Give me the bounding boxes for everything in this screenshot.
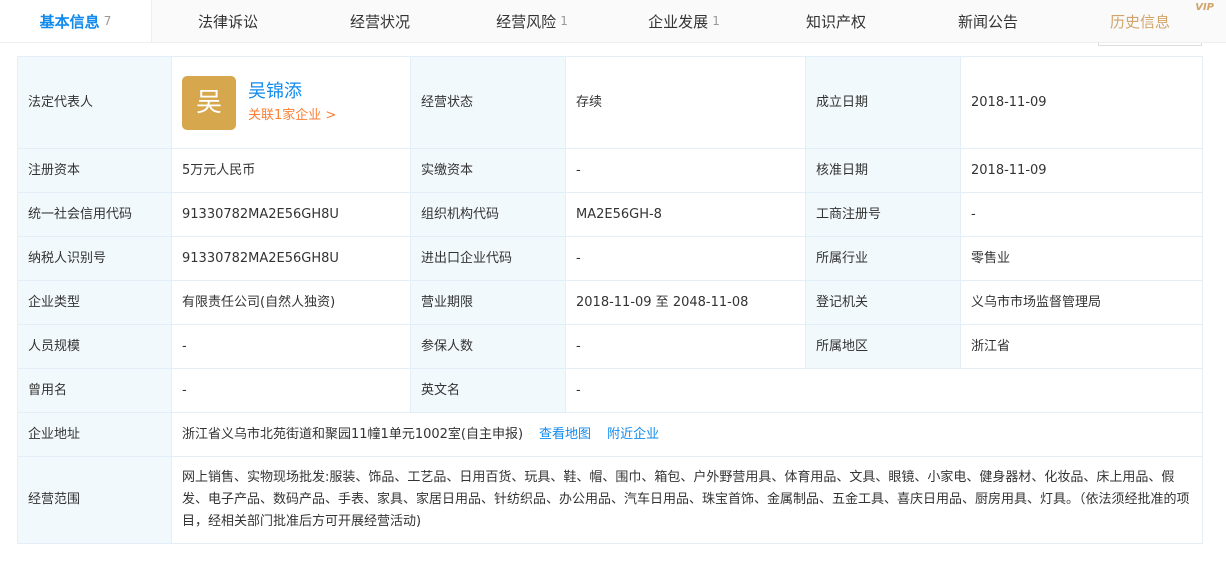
field-label: 组织机构代码 <box>410 192 566 237</box>
tab-news[interactable]: 新闻公告 <box>912 0 1064 42</box>
field-value: - <box>171 368 411 413</box>
field-label: 曾用名 <box>17 368 172 413</box>
field-value: - <box>565 148 806 193</box>
tab-count: 7 <box>103 14 112 28</box>
nearby-companies-link[interactable]: 附近企业 <box>607 427 659 442</box>
table-row: 经营范围 网上销售、实物现场批发:服装、饰品、工艺品、日用百货、玩具、鞋、帽、围… <box>17 456 1203 544</box>
field-label: 成立日期 <box>805 56 961 149</box>
field-value: 义乌市市场监督管理局 <box>960 280 1203 325</box>
field-value: 有限责任公司(自然人独资) <box>171 280 411 325</box>
field-label: 工商注册号 <box>805 192 961 237</box>
legal-rep-cell: 吴 吴锦添 关联1家企业 > <box>171 56 411 149</box>
tab-label: 经营风险 <box>496 12 557 31</box>
tab-count: 1 <box>712 14 720 28</box>
tab-label: 新闻公告 <box>957 12 1018 31</box>
field-label: 所属地区 <box>805 324 961 369</box>
field-value: 2018-11-09 <box>960 56 1203 149</box>
field-value: 91330782MA2E56GH8U <box>171 192 411 237</box>
vip-badge: VIP <box>1195 2 1214 13</box>
tab-litigation[interactable]: 法律诉讼 <box>152 0 304 42</box>
field-label: 法定代表人 <box>17 56 172 149</box>
field-label: 进出口企业代码 <box>410 236 566 281</box>
avatar: 吴 <box>182 75 236 130</box>
dropdown-edge <box>1098 43 1202 46</box>
field-value: 零售业 <box>960 236 1203 281</box>
business-scope-value: 网上销售、实物现场批发:服装、饰品、工艺品、日用百货、玩具、鞋、帽、围巾、箱包、… <box>171 456 1203 544</box>
field-label: 企业地址 <box>17 412 172 457</box>
table-row: 法定代表人 吴 吴锦添 关联1家企业 > 经营状态 存续 成立日期 2018-1… <box>17 56 1203 149</box>
field-value: 2018-11-09 <box>960 148 1203 193</box>
tab-label: 基本信息 <box>39 12 100 31</box>
field-label: 营业期限 <box>410 280 566 325</box>
tab-history[interactable]: 历史信息 VIP <box>1064 0 1216 42</box>
tab-label: 经营状况 <box>349 12 410 31</box>
table-row: 统一社会信用代码 91330782MA2E56GH8U 组织机构代码 MA2E5… <box>17 192 1203 237</box>
field-label: 纳税人识别号 <box>17 236 172 281</box>
table-row: 人员规模 - 参保人数 - 所属地区 浙江省 <box>17 324 1203 369</box>
field-value: - <box>171 324 411 369</box>
tab-basic-info[interactable]: 基本信息 7 <box>0 0 152 42</box>
field-value: - <box>565 324 806 369</box>
tab-count: 1 <box>560 14 568 28</box>
table-row: 企业类型 有限责任公司(自然人独资) 营业期限 2018-11-09 至 204… <box>17 280 1203 325</box>
tab-development[interactable]: 企业发展 1 <box>608 0 760 42</box>
field-value: 存续 <box>565 56 806 149</box>
field-label: 所属行业 <box>805 236 961 281</box>
tab-operations[interactable]: 经营状况 <box>304 0 456 42</box>
field-label: 经营状态 <box>410 56 566 149</box>
field-value: 浙江省 <box>960 324 1203 369</box>
field-label: 登记机关 <box>805 280 961 325</box>
field-label: 经营范围 <box>17 456 172 544</box>
tab-ip[interactable]: 知识产权 <box>760 0 912 42</box>
table-row: 企业地址 浙江省义乌市北苑街道和聚园11幢1单元1002室(自主申报) 查看地图 附… <box>17 412 1203 457</box>
field-label: 核准日期 <box>805 148 961 193</box>
field-label: 实缴资本 <box>410 148 566 193</box>
tab-label: 企业发展 <box>648 12 709 31</box>
address-cell: 浙江省义乌市北苑街道和聚园11幢1单元1002室(自主申报) 查看地图 附近企业 <box>171 412 1203 457</box>
view-map-link[interactable]: 查看地图 <box>539 427 591 442</box>
table-row: 曾用名 - 英文名 - <box>17 368 1203 413</box>
field-value: - <box>960 192 1203 237</box>
table-row: 纳税人识别号 91330782MA2E56GH8U 进出口企业代码 - 所属行业… <box>17 236 1203 281</box>
field-value: 91330782MA2E56GH8U <box>171 236 411 281</box>
field-label: 参保人数 <box>410 324 566 369</box>
field-value: - <box>565 236 806 281</box>
tab-label: 知识产权 <box>805 12 866 31</box>
field-value: MA2E56GH-8 <box>565 192 806 237</box>
tab-label: 历史信息 <box>1109 12 1170 31</box>
tab-risk[interactable]: 经营风险 1 <box>456 0 608 42</box>
basic-info-table: 法定代表人 吴 吴锦添 关联1家企业 > 经营状态 存续 成立日期 2018-1… <box>17 56 1203 544</box>
field-label: 英文名 <box>410 368 566 413</box>
table-row: 注册资本 5万元人民币 实缴资本 - 核准日期 2018-11-09 <box>17 148 1203 193</box>
field-value: 5万元人民币 <box>171 148 411 193</box>
tab-bar: 基本信息 7 法律诉讼 经营状况 经营风险 1 企业发展 1 知识产权 新闻公告 历史… <box>0 0 1226 43</box>
field-label: 人员规模 <box>17 324 172 369</box>
field-label: 统一社会信用代码 <box>17 192 172 237</box>
field-label: 注册资本 <box>17 148 172 193</box>
related-companies-link[interactable]: 关联1家企业 > <box>248 105 336 127</box>
tab-label: 法律诉讼 <box>197 12 258 31</box>
field-value: - <box>565 368 1203 413</box>
legal-rep-name-link[interactable]: 吴锦添 <box>248 79 336 105</box>
field-value: 2018-11-09 至 2048-11-08 <box>565 280 806 325</box>
field-label: 企业类型 <box>17 280 172 325</box>
address-value: 浙江省义乌市北苑街道和聚园11幢1单元1002室(自主申报) <box>182 426 524 442</box>
